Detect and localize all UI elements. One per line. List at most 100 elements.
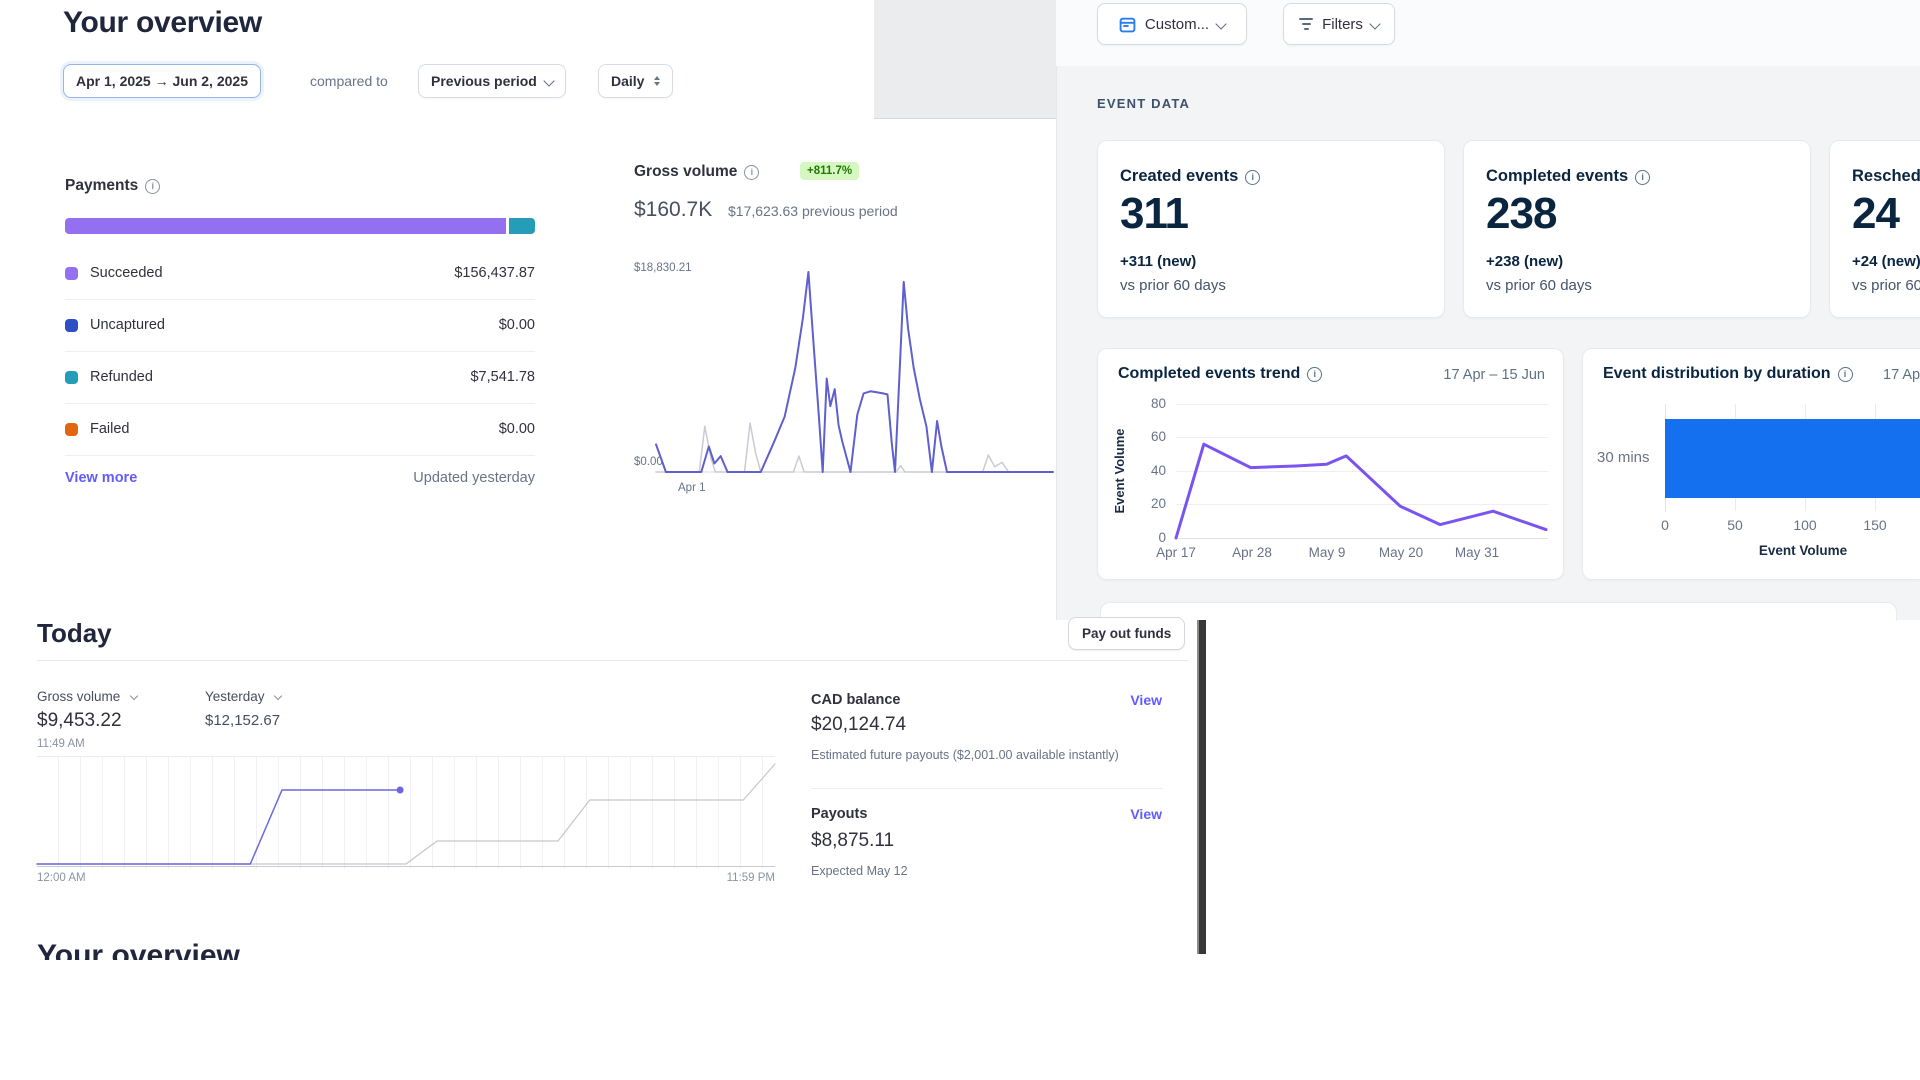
interval-value: Daily [611,73,645,89]
card-value: 238 [1486,189,1557,238]
payments-bar [65,218,535,234]
today-title: Today [37,618,112,648]
legend-row-succeeded: Succeeded $156,437.87 [65,247,535,299]
chevron-down-icon [129,691,138,701]
calendar-icon [1119,17,1136,32]
card-title: Created events [1120,167,1239,185]
chevron-down-icon [543,75,555,87]
x-tick: 150 [1863,517,1887,533]
info-icon[interactable] [1837,367,1853,382]
card-rescheduled-events: Rescheduled events 24 +24 (new) vs prior… [1829,140,1920,318]
filter-icon [1299,18,1314,30]
legend-row-failed: Failed $0.00 [65,403,535,455]
card-value: 24 [1852,189,1900,238]
date-range-picker[interactable]: Apr 1, 2025 → Jun 2, 2025 [63,64,261,98]
payouts-value: $8,875.11 [811,830,895,851]
gross-volume-title: Gross volume [634,163,760,181]
refunded-swatch [65,370,78,384]
yesterday-select[interactable]: Yesterday [205,688,283,706]
filters-button-label: Filters [1322,15,1363,33]
x-start-label: 12:00 AM [37,872,86,884]
chevron-down-icon [1369,18,1381,30]
clipped-section-heading: Your overview [37,941,240,960]
divider [811,788,1162,789]
x-axis-title: Event Volume [1758,543,1848,558]
payouts-caption: Expected May 12 [811,864,908,878]
legend-value: $156,437.87 [454,265,535,281]
payouts-view-link[interactable]: View [1122,806,1162,822]
today-gross-volume-select[interactable]: Gross volume [37,688,138,706]
x-tick: 50 [1727,517,1743,533]
info-icon[interactable] [1245,170,1261,185]
yesterday-value: $12,152.67 [205,712,281,729]
card-caption: vs prior 60 days [1852,277,1920,294]
legend-value: $0.00 [498,317,535,333]
section-label: EVENT DATA [1097,96,1191,111]
compared-to-label: compared to [310,73,388,89]
gross-volume-chart [655,271,1054,473]
legend-label: Refunded [90,369,153,385]
x-tick: 0 [1661,517,1669,533]
card-value: 311 [1120,189,1189,238]
legend-label: Uncaptured [90,317,165,333]
card-completed-events: Completed events 238 +238 (new) vs prior… [1463,140,1811,318]
cad-balance-title: CAD balance [811,692,901,708]
legend-row-uncaptured: Uncaptured $0.00 [65,299,535,351]
succeeded-swatch [65,266,78,280]
compare-select[interactable]: Previous period [418,64,566,98]
custom-date-button[interactable]: Custom... [1097,3,1247,45]
legend-label: Failed [90,421,130,437]
today-chart [36,763,776,865]
gross-volume-previous: $17,623.63 previous period [728,203,898,219]
failed-swatch [65,422,78,436]
payments-bar-succeeded [65,218,506,234]
today-as-of-time: 11:49 AM [37,738,85,750]
cad-balance-value: $20,124.74 [811,714,907,735]
card-title: Completed events [1486,167,1629,185]
card-delta: +311 (new) [1120,253,1197,270]
legend-row-refunded: Refunded $7,541.78 [65,351,535,403]
bar-category-label: 30 mins [1597,449,1650,466]
card-delta: +24 (new) [1852,253,1920,270]
custom-button-label: Custom... [1144,15,1210,33]
x-axis-line [37,866,775,867]
card-caption: vs prior 60 days [1120,277,1226,294]
completed-events-trend-panel: Completed events trend 17 Apr – 15 Jun E… [1097,348,1564,580]
cad-balance-caption: Estimated future payouts ($2,001.00 avai… [811,748,1119,762]
panel-title: Event distribution by duration [1603,365,1831,382]
duration-bar [1665,419,1920,498]
date-range-value: Apr 1, 2025 → Jun 2, 2025 [76,73,248,89]
background-strip [874,0,1056,119]
legend-value: $7,541.78 [470,369,535,385]
chevron-down-icon [273,691,283,701]
x-tick: 100 [1793,517,1817,533]
compare-value: Previous period [431,73,537,89]
interval-select[interactable]: Daily [598,64,674,98]
payouts-title: Payouts [811,806,868,822]
cad-balance-view-link[interactable]: View [1122,692,1162,708]
filters-button[interactable]: Filters [1283,3,1395,45]
page-title: Your overview [63,6,262,39]
window-edge-bar [1197,620,1206,954]
info-icon[interactable] [744,165,760,180]
info-icon[interactable] [1635,170,1651,185]
card-title: Rescheduled events [1852,167,1920,185]
info-icon[interactable] [145,179,161,194]
x-end-label: 11:59 PM [726,872,775,884]
legend-value: $0.00 [498,421,535,437]
panel-date-range: 17 Apr – 15 Jun [1883,367,1920,383]
x-first-label: Apr 1 [678,482,706,494]
card-caption: vs prior 60 days [1486,277,1592,294]
sort-icon [654,76,661,86]
growth-badge: +811.7% [800,162,860,180]
event-distribution-panel: Event distribution by duration 17 Apr – … [1582,348,1920,580]
completed-events-trend-chart [1174,442,1548,540]
divider [37,660,1188,661]
payments-bar-refunded [509,218,535,234]
card-delta: +238 (new) [1486,253,1564,270]
uncaptured-swatch [65,318,78,332]
payments-title: Payments [65,177,161,195]
pay-out-funds-button[interactable]: Pay out funds [1068,617,1186,650]
chevron-down-icon [1215,18,1227,30]
legend-label: Succeeded [90,265,163,281]
